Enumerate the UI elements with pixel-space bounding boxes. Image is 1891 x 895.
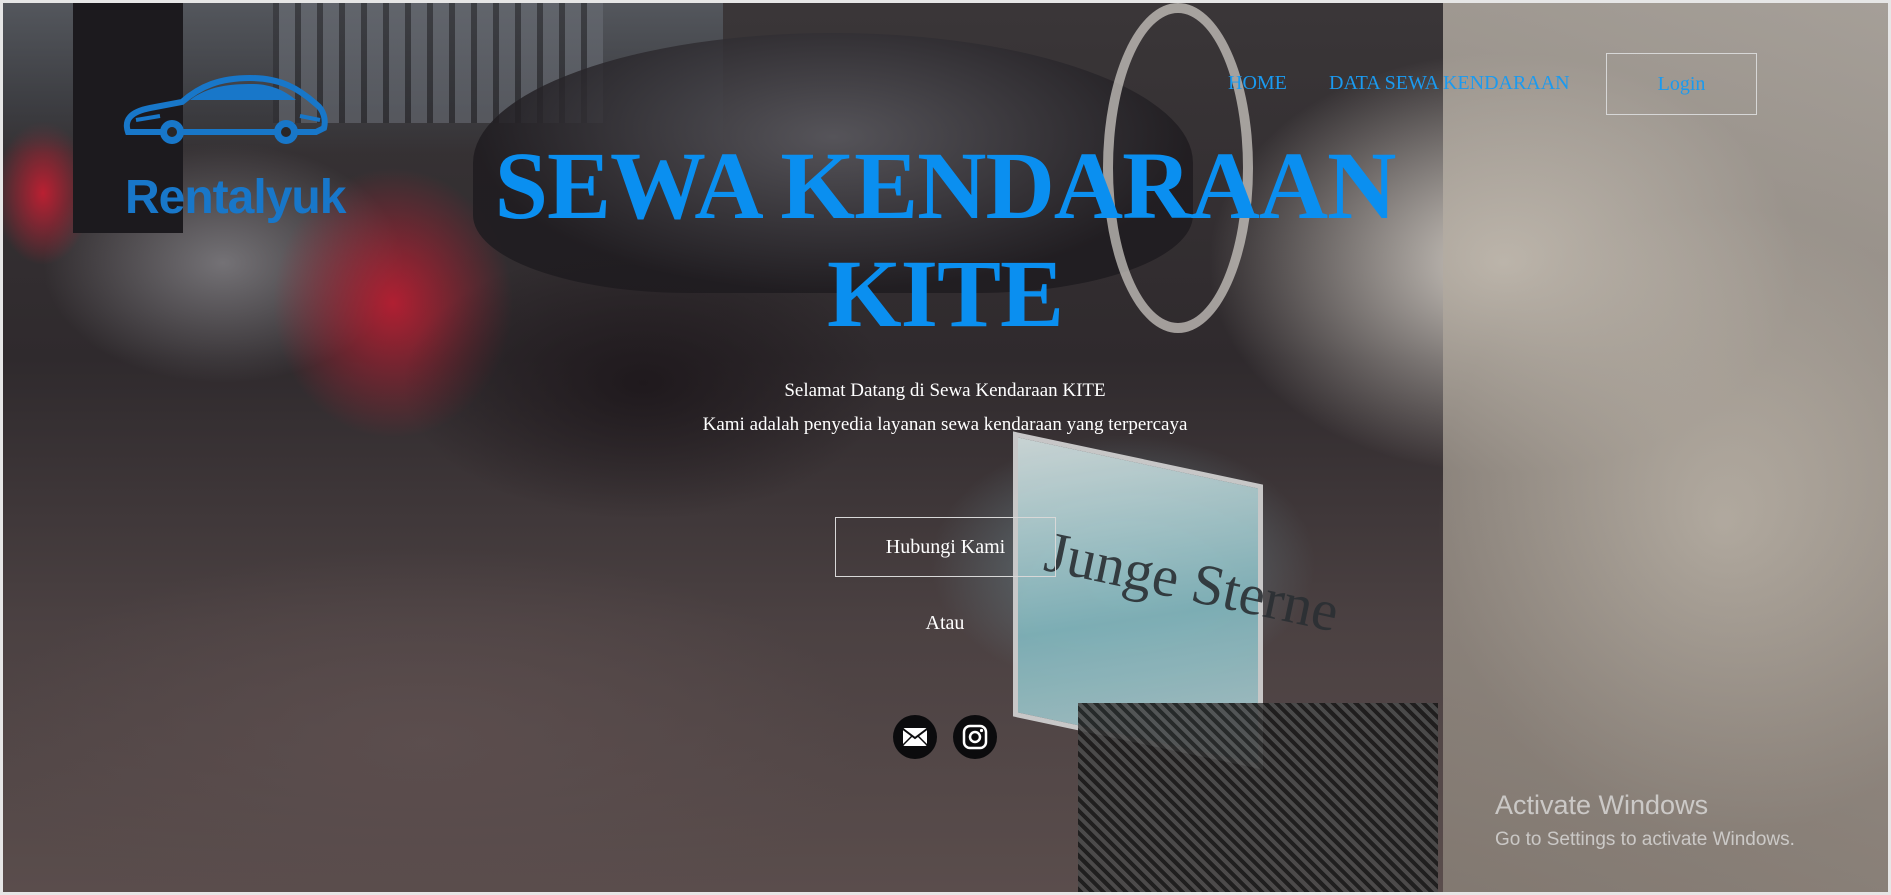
car-logo-icon [123, 74, 328, 144]
login-button[interactable]: Login [1606, 53, 1757, 115]
brand-name: Rentalyuk [125, 171, 346, 224]
page-title: SEWA KENDARAAN KITE [494, 132, 1397, 347]
nav-data-sewa-link[interactable]: DATA SEWA KENDARAAN [1329, 72, 1570, 95]
nav-home-link[interactable]: HOME [1228, 72, 1287, 95]
or-text: Atau [925, 612, 965, 634]
envelope-icon [902, 728, 928, 746]
instagram-icon [962, 724, 988, 750]
watermark-title: Activate Windows [1495, 790, 1709, 820]
tagline-text: Kami adalah penyedia layanan sewa kendar… [702, 414, 1188, 435]
windows-activation-watermark: Activate Windows Go to Settings to activ… [1495, 790, 1795, 851]
car-grille [1078, 703, 1438, 892]
brand-logo[interactable]: Rentalyuk [120, 70, 346, 224]
watermark-subtitle: Go to Settings to activate Windows. [1495, 829, 1795, 850]
email-link[interactable] [893, 715, 937, 759]
white-car-body [1443, 3, 1888, 892]
welcome-text: Selamat Datang di Sewa Kendaraan KITE [784, 380, 1106, 401]
instagram-link[interactable] [953, 715, 997, 759]
contact-us-button[interactable]: Hubungi Kami [835, 517, 1056, 577]
